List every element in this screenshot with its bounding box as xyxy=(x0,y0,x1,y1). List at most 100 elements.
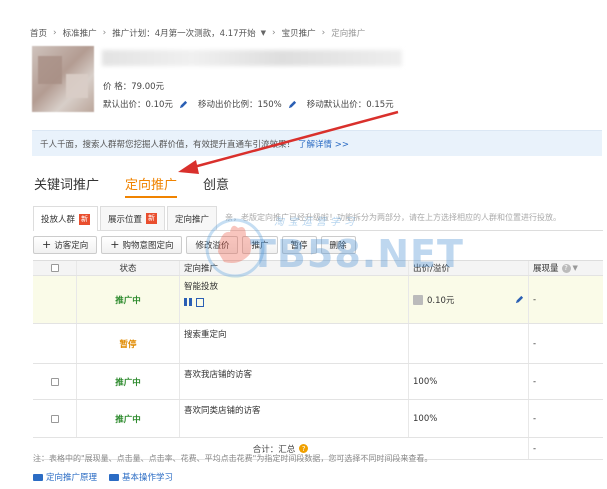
row-checkbox[interactable] xyxy=(50,414,59,423)
subtab-placement[interactable]: 展示位置 新 xyxy=(100,206,166,230)
edit-bid-button[interactable]: 修改溢价 xyxy=(186,236,239,254)
sub-tabs: 投放人群 新 展示位置 新 定向推广 亲，老版定向推广已经升级啦！功能拆分为两部… xyxy=(33,206,603,231)
targeting-table: 状态 定向推广 出价/溢价 展现量 ? ▼ 推广中 智能投放 0.10元 - 暂… xyxy=(33,260,603,460)
header-checkbox-cell xyxy=(33,261,77,275)
header-status: 状态 xyxy=(77,261,180,275)
header-show[interactable]: 展现量 ? ▼ xyxy=(529,261,603,275)
checkbox-cell xyxy=(33,276,77,323)
row-checkbox[interactable] xyxy=(50,377,59,386)
main-tabs: 关键词推广 定向推广 创意 xyxy=(34,174,229,198)
table-row: 推广中 喜欢我店铺的访客 100% - xyxy=(33,364,603,400)
footer-show-cell: - xyxy=(533,443,537,454)
calculator-icon xyxy=(413,294,423,305)
status-badge: 推广中 xyxy=(115,295,141,306)
mobile-bid-text: 移动默认出价：0.15元 xyxy=(306,100,394,110)
name-cell: 搜索重定向 xyxy=(180,324,409,363)
bid-cell: 0.10元 xyxy=(409,276,529,323)
status-cell: 推广中 xyxy=(77,400,180,437)
subtab-targeting-label: 定向推广 xyxy=(175,214,210,225)
mobile-bid: 移动默认出价：0.15元 xyxy=(307,98,394,110)
chevron-right-icon: › xyxy=(271,28,276,38)
checkbox-cell xyxy=(33,324,77,363)
video-link-basics[interactable]: 基本操作学习 xyxy=(109,471,173,483)
table-footnote: 注：表格中的"展现量、点击量、点击率、花费、平均点击花费"为指定时间段数据，您可… xyxy=(33,454,433,463)
status-cell: 暂停 xyxy=(77,324,180,363)
notice-text: 千人千面，搜索人群帮您挖掘人群价值，有效提升直通车引流效果！ xyxy=(40,139,296,150)
pencil-icon[interactable] xyxy=(515,295,524,304)
video-link-basics-label: 基本操作学习 xyxy=(122,473,174,483)
pencil-icon[interactable] xyxy=(288,100,297,109)
product-title-blurred xyxy=(102,50,402,66)
status-badge: 推广中 xyxy=(115,414,141,425)
tab-creative[interactable]: 创意 xyxy=(203,174,229,198)
bid-left: 0.10元 xyxy=(413,294,454,306)
header-show-label: 展现量 xyxy=(533,264,559,274)
product-price: 价 格：79.00元 xyxy=(103,80,164,92)
breadcrumb-plan[interactable]: 推广计划：4月第一次测款，4.17开始 xyxy=(112,27,255,39)
report-icon[interactable] xyxy=(196,298,204,307)
status-badge: 暂停 xyxy=(119,339,137,350)
help-icon[interactable]: ? xyxy=(299,444,309,453)
bid-cell xyxy=(409,324,529,363)
plus-icon: + xyxy=(110,238,120,251)
subtab-note: 亲，老版定向推广已经升级啦！功能拆分为两部分，请在上方选择相应的人群和位置进行投… xyxy=(225,213,562,222)
breadcrumb-home[interactable]: 首页 xyxy=(30,27,47,39)
show-cell: - xyxy=(533,294,537,305)
chevron-right-icon: › xyxy=(53,28,57,38)
add-intent-label: 购物意图定向 xyxy=(122,241,174,251)
video-icon xyxy=(109,473,120,481)
add-visitor-button[interactable]: + 访客定向 xyxy=(33,236,98,254)
table-row: 推广中 喜欢同类店铺的访客 100% - xyxy=(33,400,603,438)
bid-settings: 默认出价：0.10元 移动出价比例：150% 移动默认出价：0.15元 xyxy=(103,98,394,110)
notice-link[interactable]: 了解详情 >> xyxy=(298,138,349,150)
show-cell: - xyxy=(533,413,537,424)
show-cell: - xyxy=(533,376,537,387)
tab-targeting[interactable]: 定向推广 xyxy=(125,174,178,198)
name-cell: 智能投放 xyxy=(180,276,409,323)
table-header: 状态 定向推广 出价/溢价 展现量 ? ▼ xyxy=(33,260,603,276)
subtab-targeting[interactable]: 定向推广 xyxy=(167,206,218,230)
plus-icon: + xyxy=(42,238,52,251)
row-icons xyxy=(184,298,204,307)
table-row: 推广中 智能投放 0.10元 - xyxy=(33,276,603,324)
notice-bar: 千人千面，搜索人群帮您挖掘人群价值，有效提升直通车引流效果！ 了解详情 >> xyxy=(32,130,602,156)
chart-icon[interactable] xyxy=(184,298,192,306)
name-cell: 喜欢同类店铺的访客 xyxy=(180,400,409,437)
mobile-ratio: 移动出价比例：150% xyxy=(198,98,297,110)
subtab-placement-label: 展示位置 xyxy=(108,214,143,225)
breadcrumb-item[interactable]: 宝贝推广 xyxy=(282,27,316,39)
new-badge: 新 xyxy=(146,213,158,224)
row-name: 喜欢我店铺的访客 xyxy=(184,370,253,380)
help-icon[interactable]: ? xyxy=(561,263,571,273)
add-intent-button[interactable]: + 购物意图定向 xyxy=(101,236,183,254)
video-link-principle-label: 定向推广原理 xyxy=(46,473,98,483)
video-icon xyxy=(33,473,43,481)
delete-button[interactable]: 删除 xyxy=(320,236,356,254)
price-value: 79.00元 xyxy=(131,82,165,92)
mobile-ratio-text: 移动出价比例：150% xyxy=(197,100,282,110)
tab-keyword[interactable]: 关键词推广 xyxy=(34,174,99,198)
chevron-right-icon: › xyxy=(102,28,107,38)
checkbox-cell xyxy=(33,400,77,437)
video-link-principle[interactable]: 定向推广原理 xyxy=(33,471,97,483)
pencil-icon[interactable] xyxy=(179,100,188,109)
bid-cell: 100% xyxy=(409,364,529,399)
pause-button[interactable]: 暂停 xyxy=(281,236,317,254)
subtab-audience[interactable]: 投放人群 新 xyxy=(33,206,99,231)
status-badge: 推广中 xyxy=(115,377,141,388)
caret-down-icon[interactable]: ▼ xyxy=(261,29,266,37)
breadcrumb: 首页 › 标准推广 › 推广计划：4月第一次测款，4.17开始 ▼ › 宝贝推广… xyxy=(30,27,365,39)
select-all-checkbox[interactable] xyxy=(50,264,59,272)
row-bid: 0.10元 xyxy=(427,295,455,306)
chevron-right-icon: › xyxy=(321,28,326,38)
row-name: 智能投放 xyxy=(184,282,219,292)
add-visitor-label: 访客定向 xyxy=(54,241,89,251)
sort-icon[interactable]: ▼ xyxy=(573,264,578,272)
name-cell: 喜欢我店铺的访客 xyxy=(180,364,409,399)
header-bid: 出价/溢价 xyxy=(409,261,529,275)
breadcrumb-standard[interactable]: 标准推广 xyxy=(63,27,97,39)
subtab-audience-label: 投放人群 xyxy=(41,215,76,225)
default-bid: 默认出价：0.10元 xyxy=(103,98,188,110)
promote-button[interactable]: 推广 xyxy=(242,236,278,254)
toolbar: + 访客定向 + 购物意图定向 修改溢价 推广 暂停 删除 xyxy=(33,236,356,254)
